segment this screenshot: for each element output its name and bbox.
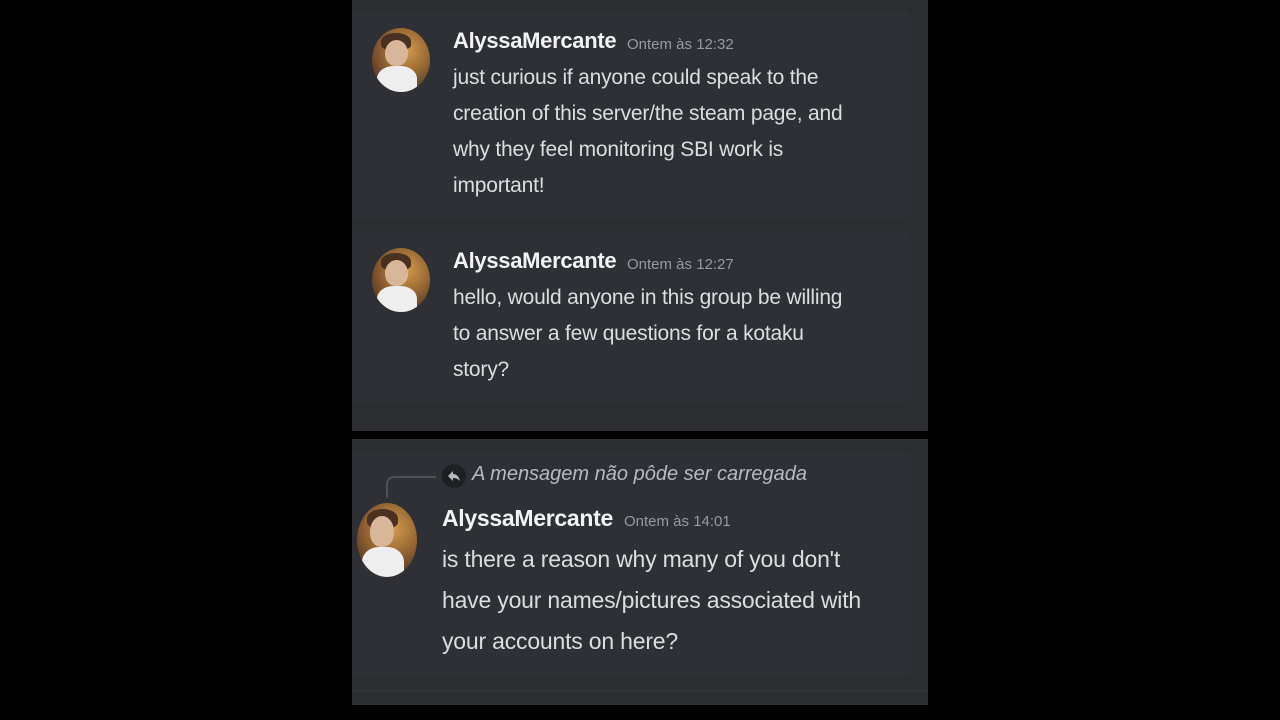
message-line: is there a reason why many of you don't: [442, 546, 841, 572]
message-item[interactable]: AlyssaMercante Ontem às 12:32 just curio…: [352, 10, 912, 218]
message-line: story?: [453, 358, 509, 381]
message-line: creation of this server/the steam page, …: [453, 102, 843, 125]
message-line: hello, would anyone in this group be wil…: [453, 286, 843, 309]
user-avatar[interactable]: [357, 503, 417, 577]
message-author[interactable]: AlyssaMercante: [453, 28, 617, 54]
message-timestamp: Ontem às 14:01: [624, 513, 731, 530]
reply-arrow-icon: [442, 464, 466, 488]
message-text: is there a reason why many of you don't …: [442, 539, 907, 662]
chat-panel-bottom: A mensagem não pôde ser carregada Alyssa…: [352, 439, 928, 705]
bottom-divider: [352, 689, 928, 693]
message-line: to answer a few questions for a kotaku: [453, 322, 804, 345]
message-author[interactable]: AlyssaMercante: [442, 505, 613, 532]
message-text: hello, would anyone in this group be wil…: [453, 280, 903, 388]
message-line: important!: [453, 174, 545, 197]
message-text: just curious if anyone could speak to th…: [453, 60, 903, 204]
reply-unavailable-notice[interactable]: A mensagem não pôde ser carregada: [472, 463, 807, 486]
message-timestamp: Ontem às 12:32: [627, 36, 734, 53]
message-author[interactable]: AlyssaMercante: [453, 248, 617, 274]
user-avatar[interactable]: [372, 248, 430, 312]
message-line: just curious if anyone could speak to th…: [453, 66, 819, 89]
user-avatar[interactable]: [372, 28, 430, 92]
chat-panel-top: AlyssaMercante Ontem às 12:32 just curio…: [352, 0, 928, 431]
message-line: your accounts on here?: [442, 628, 678, 654]
reply-connector: [386, 476, 436, 498]
message-line: why they feel monitoring SBI work is: [453, 138, 784, 161]
message-item[interactable]: AlyssaMercante Ontem às 12:27 hello, wou…: [352, 232, 912, 402]
screenshot-stage: AlyssaMercante Ontem às 12:32 just curio…: [0, 0, 1280, 720]
message-item[interactable]: A mensagem não pôde ser carregada Alyssa…: [352, 451, 912, 677]
message-timestamp: Ontem às 12:27: [627, 256, 734, 273]
message-line: have your names/pictures associated with: [442, 587, 861, 613]
